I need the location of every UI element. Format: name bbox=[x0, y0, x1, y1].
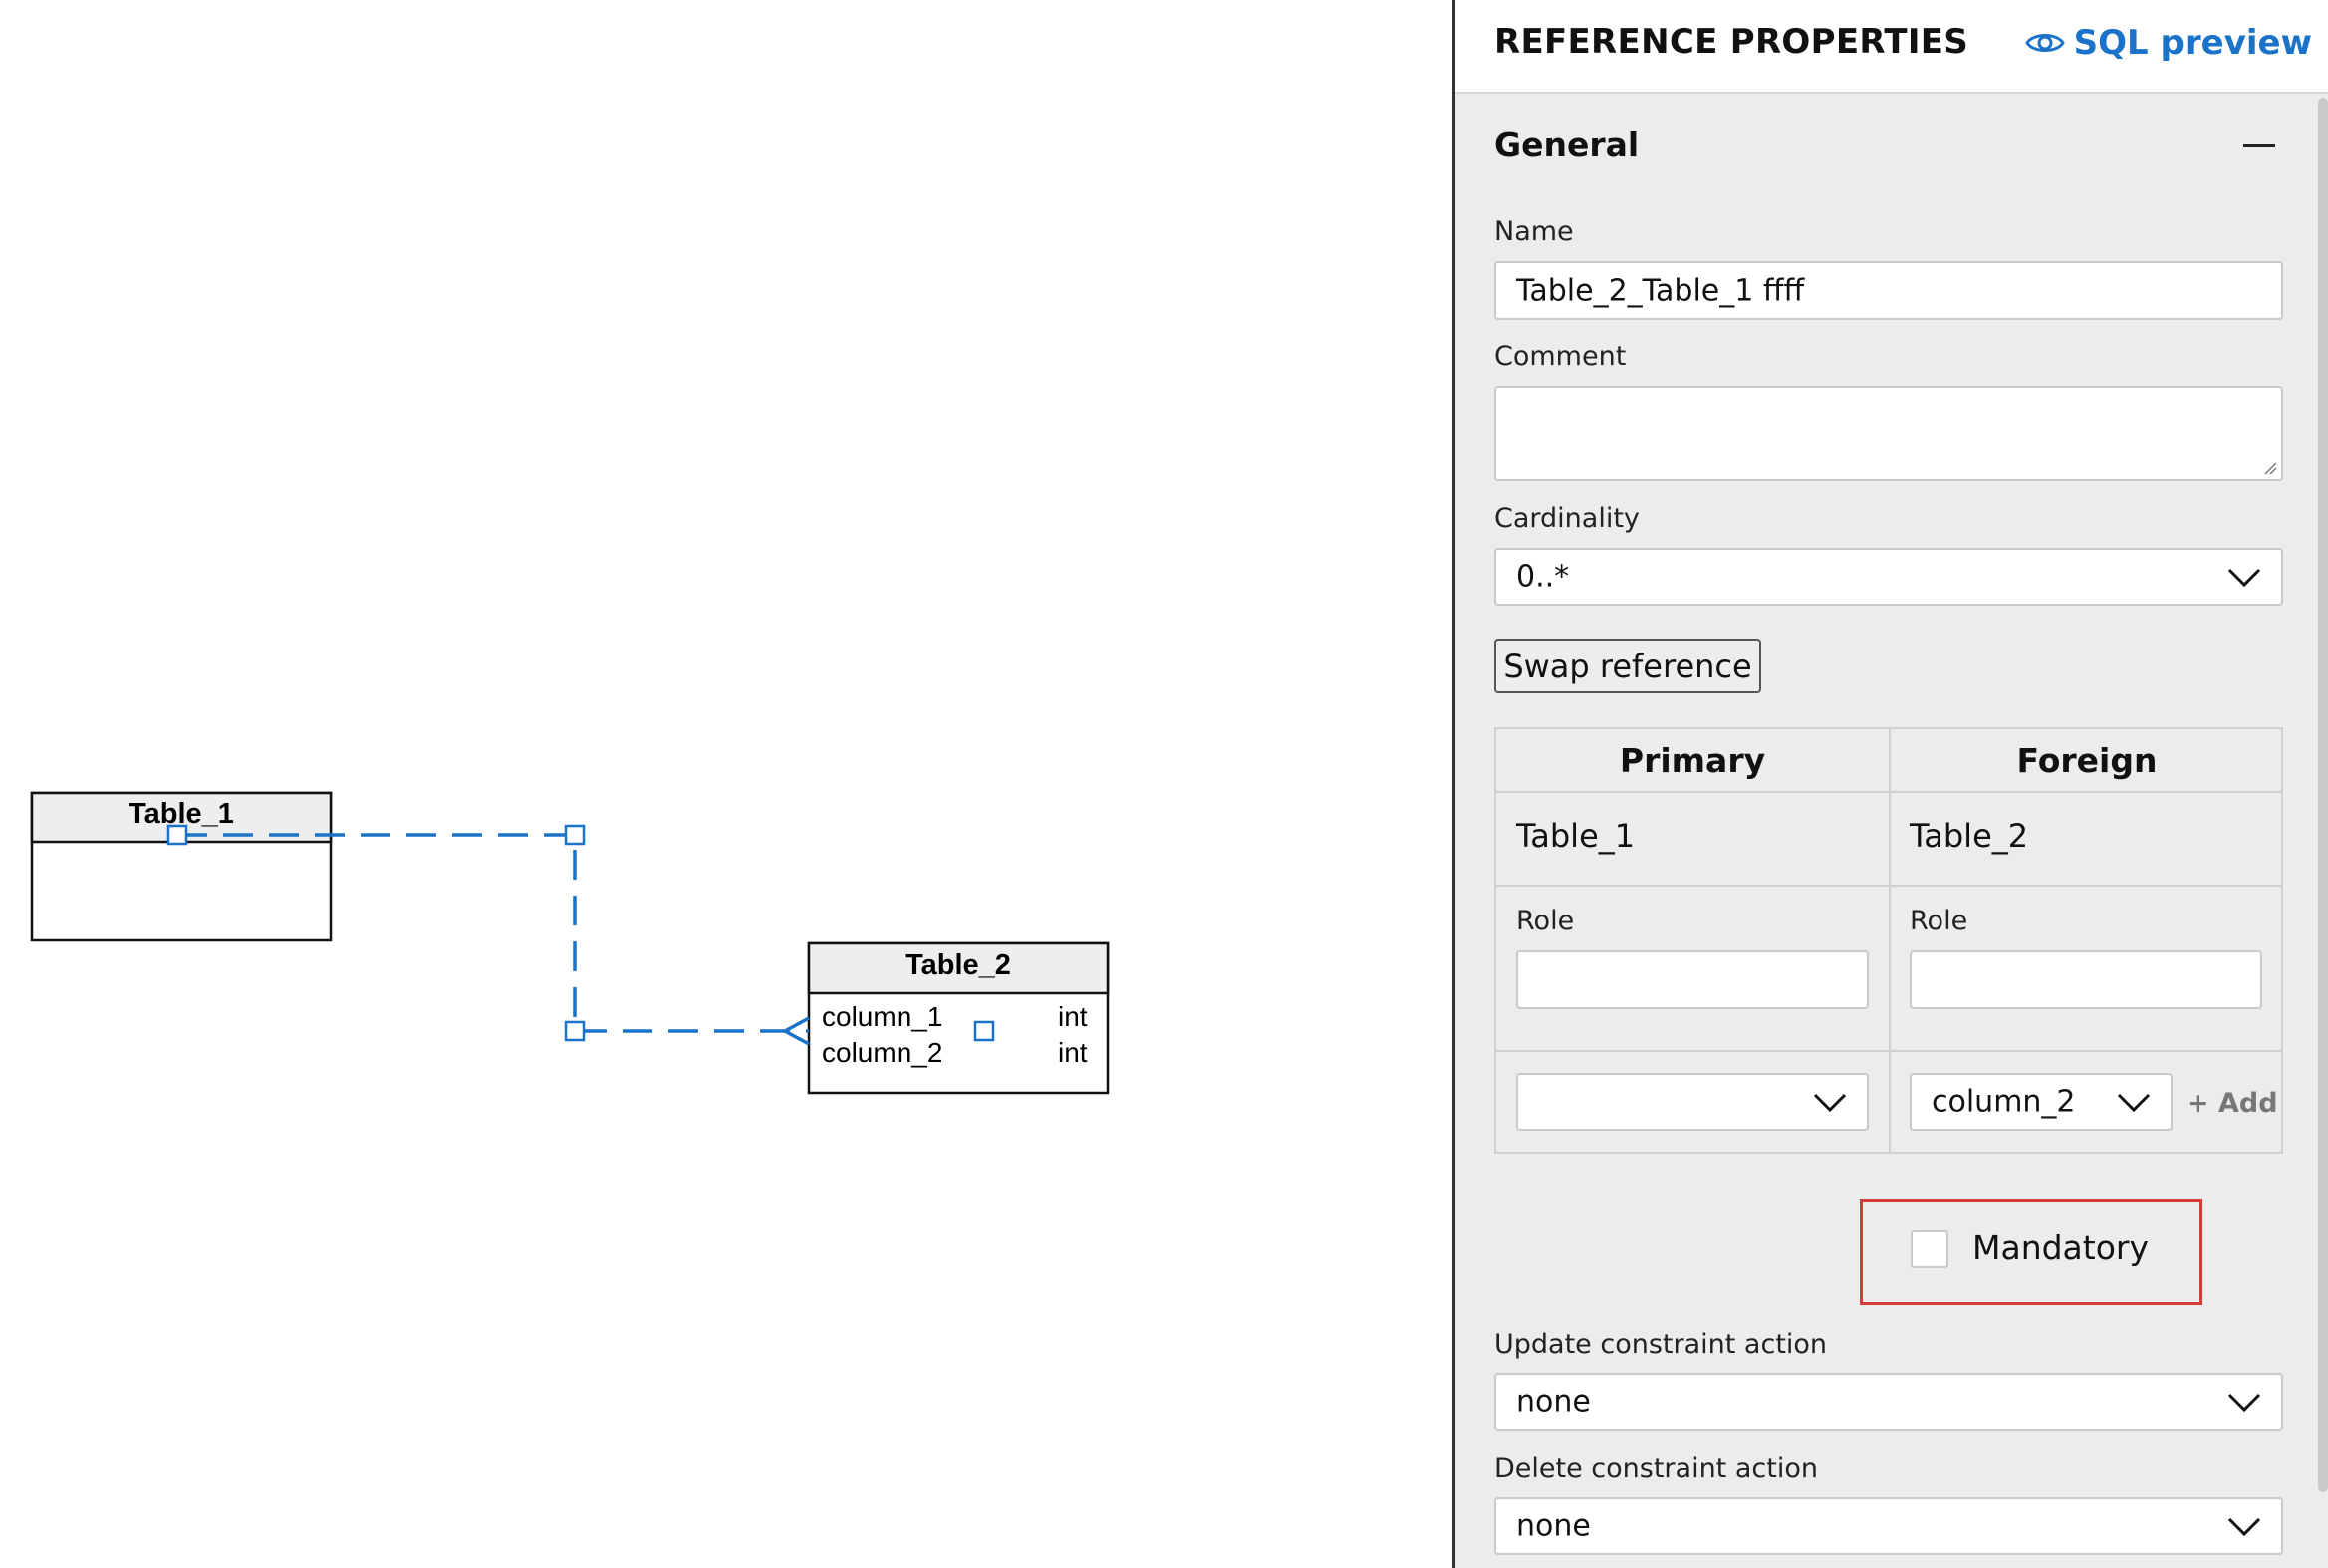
primary-role-input[interactable] bbox=[1516, 950, 1869, 1009]
update-constraint-label: Update constraint action bbox=[1494, 1329, 1828, 1360]
comment-textarea[interactable] bbox=[1494, 386, 2283, 481]
name-input[interactable]: Table_2_Table_1 ffff bbox=[1494, 261, 2283, 320]
chevron-down-icon bbox=[2227, 1393, 2261, 1413]
table-1-entity[interactable]: Table_1 bbox=[30, 791, 333, 942]
foreign-column-value: column_2 bbox=[1932, 1084, 2076, 1120]
primary-column-select[interactable] bbox=[1516, 1073, 1869, 1131]
panel-scrollbar[interactable] bbox=[2318, 98, 2328, 1492]
reference-columns-grid: Primary Foreign Table_1 Table_2 Role Rol… bbox=[1494, 727, 2283, 1154]
section-general-title: General bbox=[1494, 126, 1640, 164]
diagram-svg: Table_1 Table_2 column_1 int column_2 in… bbox=[30, 791, 1110, 1095]
chevron-down-icon bbox=[1813, 1093, 1847, 1113]
handle-end[interactable] bbox=[973, 1020, 995, 1042]
foreign-role-label: Role bbox=[1910, 906, 1968, 936]
add-column-link[interactable]: + Add bbox=[2187, 1088, 2278, 1119]
primary-header: Primary bbox=[1619, 741, 1766, 780]
primary-role-label: Role bbox=[1516, 906, 1575, 936]
grid-divider bbox=[1496, 1050, 2281, 1052]
table-2-column-2-name: column_2 bbox=[822, 1037, 942, 1068]
table-2-column-2-type: int bbox=[1058, 1037, 1088, 1068]
delete-constraint-label: Delete constraint action bbox=[1494, 1453, 1818, 1484]
name-input-value: Table_2_Table_1 ffff bbox=[1516, 273, 1805, 308]
panel-header: REFERENCE PROPERTIES SQL preview bbox=[1455, 0, 2328, 94]
name-label: Name bbox=[1494, 216, 1574, 247]
mandatory-checkbox[interactable] bbox=[1911, 1230, 1948, 1268]
update-constraint-value: none bbox=[1516, 1384, 1591, 1420]
table-2-entity[interactable]: Table_2 column_1 int column_2 int bbox=[807, 941, 1110, 1095]
comment-label: Comment bbox=[1494, 341, 1627, 372]
foreign-column-select[interactable]: column_2 bbox=[1910, 1073, 2173, 1131]
handle-corner-bottom[interactable] bbox=[564, 1020, 586, 1042]
diagram-canvas[interactable]: Table_1 Table_2 column_1 int column_2 in… bbox=[0, 0, 1452, 1568]
update-constraint-select[interactable]: none bbox=[1494, 1373, 2283, 1431]
handle-corner-top[interactable] bbox=[564, 824, 586, 846]
foreign-table-name: Table_2 bbox=[1910, 817, 2029, 855]
collapse-icon[interactable] bbox=[2243, 144, 2275, 147]
table-2-column-1-type: int bbox=[1058, 1001, 1088, 1032]
chevron-down-icon bbox=[2117, 1093, 2151, 1113]
table-2-title: Table_2 bbox=[905, 949, 1011, 981]
reference-properties-panel: REFERENCE PROPERTIES SQL preview General… bbox=[1452, 0, 2328, 1568]
sql-preview-label: SQL preview bbox=[2073, 23, 2312, 63]
table-2-column-1-name: column_1 bbox=[822, 1001, 942, 1032]
grid-divider bbox=[1496, 791, 2281, 793]
sql-preview-button[interactable]: SQL preview bbox=[2024, 22, 2312, 64]
primary-table-name: Table_1 bbox=[1516, 817, 1636, 855]
foreign-header: Foreign bbox=[2016, 741, 2158, 780]
cardinality-label: Cardinality bbox=[1494, 503, 1640, 534]
resize-grip-icon[interactable] bbox=[2263, 461, 2277, 475]
chevron-down-icon bbox=[2227, 568, 2261, 588]
delete-constraint-value: none bbox=[1516, 1508, 1591, 1544]
cardinality-value: 0..* bbox=[1516, 559, 1570, 595]
cardinality-select[interactable]: 0..* bbox=[1494, 548, 2283, 606]
mandatory-label[interactable]: Mandatory bbox=[1972, 1228, 2149, 1267]
chevron-down-icon bbox=[2227, 1517, 2261, 1537]
handle-start[interactable] bbox=[166, 824, 188, 846]
delete-constraint-select[interactable]: none bbox=[1494, 1497, 2283, 1555]
swap-reference-button[interactable]: Swap reference bbox=[1494, 639, 1761, 693]
panel-title: REFERENCE PROPERTIES bbox=[1494, 22, 1969, 62]
eye-icon bbox=[2024, 34, 2065, 52]
foreign-role-input[interactable] bbox=[1910, 950, 2262, 1009]
crows-foot-icon bbox=[781, 1016, 810, 1046]
grid-divider bbox=[1496, 885, 2281, 887]
mandatory-highlight: Mandatory bbox=[1860, 1199, 2202, 1305]
